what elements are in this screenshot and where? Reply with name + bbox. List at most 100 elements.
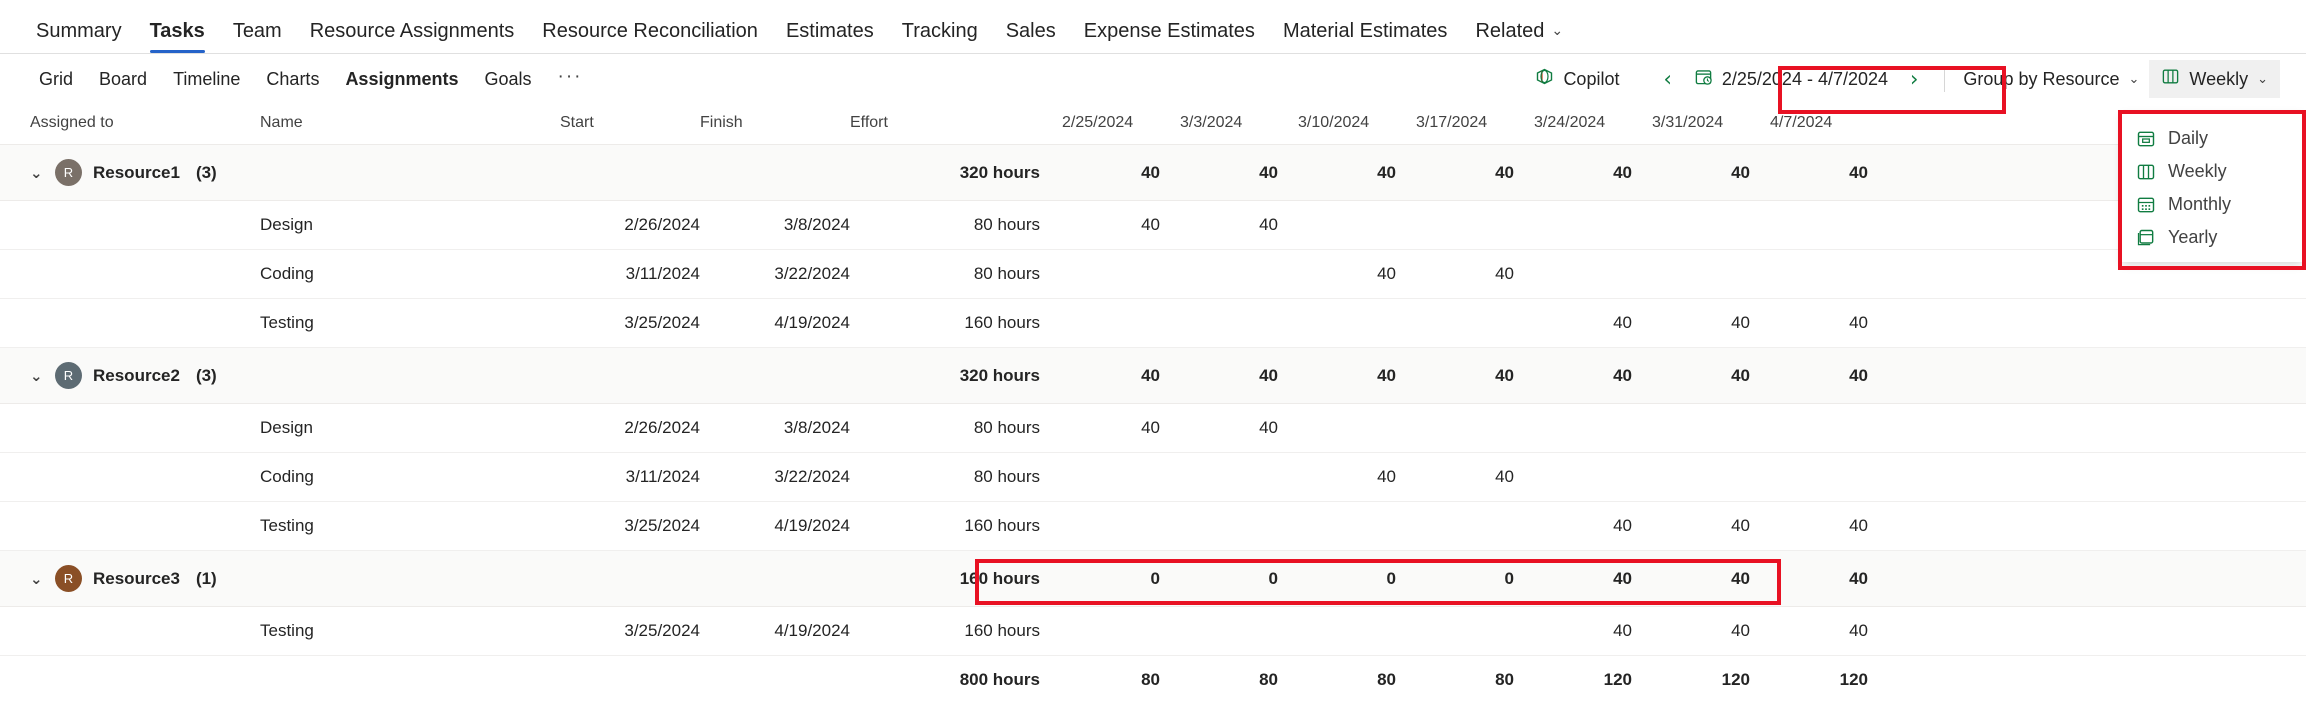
top-tab-label: Related: [1475, 20, 1544, 42]
scale-menu-item-daily[interactable]: Daily: [2122, 122, 2302, 155]
expand-collapse-caret-icon[interactable]: ⌄: [30, 164, 44, 182]
top-tab-estimates[interactable]: Estimates: [772, 21, 888, 53]
period-value-cell: [1534, 404, 1652, 453]
scale-menu-item-weekly[interactable]: Weekly: [2122, 155, 2302, 188]
scale-menu-item-yearly[interactable]: Yearly: [2122, 221, 2302, 254]
view-overflow-button[interactable]: ···: [545, 66, 596, 92]
top-tab-label: Team: [233, 20, 282, 42]
task-name-cell: [260, 145, 560, 201]
resource-identity: ⌄RResource3(1): [30, 565, 260, 592]
period-value-cell: [1652, 250, 1770, 299]
column-header-finish[interactable]: Finish: [700, 104, 850, 145]
task-row[interactable]: Design2/26/20243/8/202480 hours4040: [0, 201, 2306, 250]
view-tab-timeline[interactable]: Timeline: [160, 65, 253, 94]
task-row[interactable]: Design2/26/20243/8/202480 hours4040: [0, 404, 2306, 453]
copilot-label: Copilot: [1563, 69, 1619, 90]
top-tab-summary[interactable]: Summary: [22, 21, 136, 53]
view-tab-grid[interactable]: Grid: [26, 65, 86, 94]
resource-task-count: (1): [196, 569, 217, 589]
group-by-dropdown[interactable]: Group by Resource ⌄: [1953, 62, 2149, 97]
column-header-start[interactable]: Start: [560, 104, 700, 145]
period-value-cell: 40: [1298, 348, 1416, 404]
period-value-cell: 40: [1770, 299, 1888, 348]
view-tab-board[interactable]: Board: [86, 65, 160, 94]
assigned-to-cell: [0, 404, 260, 453]
column-header-name[interactable]: Name: [260, 104, 560, 145]
start-date-cell: 2/26/2024: [560, 404, 700, 453]
spacer-cell: [1888, 299, 2306, 348]
top-tab-expense-estimates[interactable]: Expense Estimates: [1070, 21, 1269, 53]
top-tab-material-estimates[interactable]: Material Estimates: [1269, 21, 1462, 53]
totals-name-cell: [260, 656, 560, 704]
period-value-cell: 40: [1534, 551, 1652, 607]
expand-collapse-caret-icon[interactable]: ⌄: [30, 570, 44, 588]
view-tab-assignments[interactable]: Assignments: [332, 65, 471, 94]
task-row[interactable]: Testing3/25/20244/19/2024160 hours404040: [0, 607, 2306, 656]
resource-group-row[interactable]: ⌄RResource1(3)320 hours40404040404040: [0, 145, 2306, 201]
resource-group-row[interactable]: ⌄RResource2(3)320 hours40404040404040: [0, 348, 2306, 404]
chevron-down-icon: ⌄: [1551, 23, 1563, 37]
next-period-button[interactable]: ›: [1898, 67, 1930, 92]
spacer-cell: [1888, 551, 2306, 607]
task-row[interactable]: Coding3/11/20243/22/202480 hours4040: [0, 453, 2306, 502]
resource-group-cell: ⌄RResource1(3): [0, 145, 260, 201]
task-row[interactable]: Testing3/25/20244/19/2024160 hours404040: [0, 299, 2306, 348]
effort-cell: 80 hours: [850, 201, 1062, 250]
finish-date-cell: 3/22/2024: [700, 250, 850, 299]
period-value-cell: 40: [1652, 299, 1770, 348]
time-scale-label: Weekly: [2189, 69, 2248, 90]
expand-collapse-caret-icon[interactable]: ⌄: [30, 367, 44, 385]
task-name-cell: [260, 348, 560, 404]
date-range-picker[interactable]: 2/25/2024 - 4/7/2024: [1684, 67, 1898, 91]
period-value-cell: 0: [1298, 551, 1416, 607]
task-name-cell: Testing: [260, 607, 560, 656]
top-tab-tracking[interactable]: Tracking: [888, 21, 992, 53]
top-tab-resource-reconciliation[interactable]: Resource Reconciliation: [528, 21, 772, 53]
column-header-assigned-to[interactable]: Assigned to: [0, 104, 260, 145]
header-row: Assigned to Name Start Finish Effort 2/2…: [0, 104, 2306, 145]
view-tab-charts[interactable]: Charts: [253, 65, 332, 94]
resource-group-row[interactable]: ⌄RResource3(1)160 hours0000404040: [0, 551, 2306, 607]
top-tab-team[interactable]: Team: [219, 21, 296, 53]
spacer-cell: [1888, 607, 2306, 656]
top-tab-resource-assignments[interactable]: Resource Assignments: [296, 21, 529, 53]
resource-name: Resource1: [93, 163, 180, 183]
start-date-cell: 3/11/2024: [560, 453, 700, 502]
period-value-cell: 40: [1534, 299, 1652, 348]
calendar-icon: [1694, 67, 1713, 91]
period-value-cell: 40: [1652, 348, 1770, 404]
time-scale-dropdown[interactable]: Weekly ⌄: [2149, 60, 2280, 98]
top-tab-related[interactable]: Related ⌄: [1461, 21, 1577, 53]
period-value-cell: 40: [1652, 607, 1770, 656]
period-value-cell: 40: [1770, 607, 1888, 656]
toolbar-divider: [1944, 66, 1945, 92]
column-header-period: 3/31/2024: [1652, 104, 1770, 145]
period-value-cell: 40: [1770, 502, 1888, 551]
scale-menu-item-monthly[interactable]: Monthly: [2122, 188, 2302, 221]
copilot-button[interactable]: Copilot: [1522, 60, 1631, 98]
task-row[interactable]: Testing3/25/20244/19/2024160 hours404040: [0, 502, 2306, 551]
top-tab-label: Tracking: [902, 20, 978, 42]
assigned-to-cell: [0, 299, 260, 348]
task-row[interactable]: Coding3/11/20243/22/202480 hours4040: [0, 250, 2306, 299]
period-value-cell: 0: [1062, 551, 1180, 607]
scale-menu-item-label: Monthly: [2168, 194, 2231, 215]
period-value-cell: 40: [1298, 453, 1416, 502]
grid-body: ⌄RResource1(3)320 hours40404040404040Des…: [0, 145, 2306, 704]
period-value-cell: [1652, 404, 1770, 453]
column-header-effort[interactable]: Effort: [850, 104, 1062, 145]
previous-period-button[interactable]: ‹: [1651, 67, 1683, 92]
top-tab-tasks[interactable]: Tasks: [136, 21, 219, 53]
finish-date-cell: [700, 348, 850, 404]
totals-row: 800 hours80808080120120120: [0, 656, 2306, 704]
period-value-cell: [1180, 250, 1298, 299]
grid-header: Assigned to Name Start Finish Effort 2/2…: [0, 104, 2306, 145]
period-value-cell: [1770, 201, 1888, 250]
period-value-cell: [1180, 453, 1298, 502]
totals-period-cell: 120: [1652, 656, 1770, 704]
totals-finish-cell: [700, 656, 850, 704]
period-value-cell: [1770, 404, 1888, 453]
top-tab-sales[interactable]: Sales: [992, 21, 1070, 53]
view-tab-goals[interactable]: Goals: [471, 65, 544, 94]
top-tab-label: Summary: [36, 20, 122, 42]
